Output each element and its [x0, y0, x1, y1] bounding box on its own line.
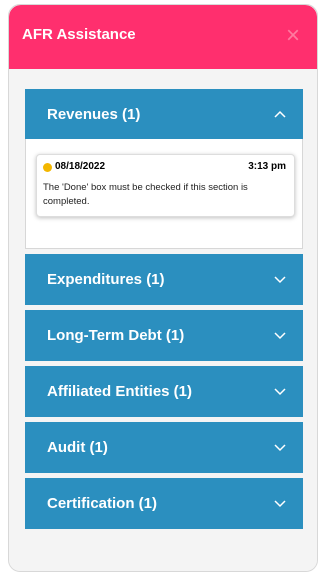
chevron-down-icon	[274, 500, 286, 508]
accordion-label: Certification (1)	[47, 495, 158, 512]
accordion-label: Revenues (1)	[47, 106, 141, 123]
accordion-label: Audit (1)	[47, 439, 108, 456]
accordion-expenditures[interactable]: Expenditures (1)	[25, 254, 303, 305]
panel-title: AFR Assistance	[22, 26, 136, 43]
panel-header: AFR Assistance ×	[9, 5, 317, 69]
chevron-up-icon	[274, 110, 286, 118]
note-date: 08/18/2022	[55, 161, 106, 172]
chevron-down-icon	[274, 444, 286, 452]
close-icon[interactable]: ×	[283, 24, 303, 48]
note-card: 08/18/2022 3:13 pm The 'Done' box must b…	[36, 154, 295, 217]
status-dot-icon	[43, 163, 52, 172]
chevron-down-icon	[274, 388, 286, 396]
note-text: The 'Done' box must be checked if this s…	[43, 182, 248, 207]
accordion-affiliated-entities[interactable]: Affiliated Entities (1)	[25, 366, 303, 417]
revenues-content: 08/18/2022 3:13 pm The 'Done' box must b…	[25, 139, 303, 249]
chevron-down-icon	[274, 276, 286, 284]
accordion-certification[interactable]: Certification (1)	[25, 478, 303, 529]
note-time: 3:13 pm	[248, 161, 286, 172]
accordion-audit[interactable]: Audit (1)	[25, 422, 303, 473]
accordion-label: Long-Term Debt (1)	[47, 327, 185, 344]
accordion-long-term-debt[interactable]: Long-Term Debt (1)	[25, 310, 303, 361]
afr-assistance-panel: AFR Assistance × Revenues (1) 08/18/2022…	[8, 4, 318, 572]
accordion-revenues[interactable]: Revenues (1)	[25, 89, 303, 140]
chevron-down-icon	[274, 332, 286, 340]
accordion-label: Affiliated Entities (1)	[47, 383, 193, 400]
accordion-label: Expenditures (1)	[47, 271, 165, 288]
